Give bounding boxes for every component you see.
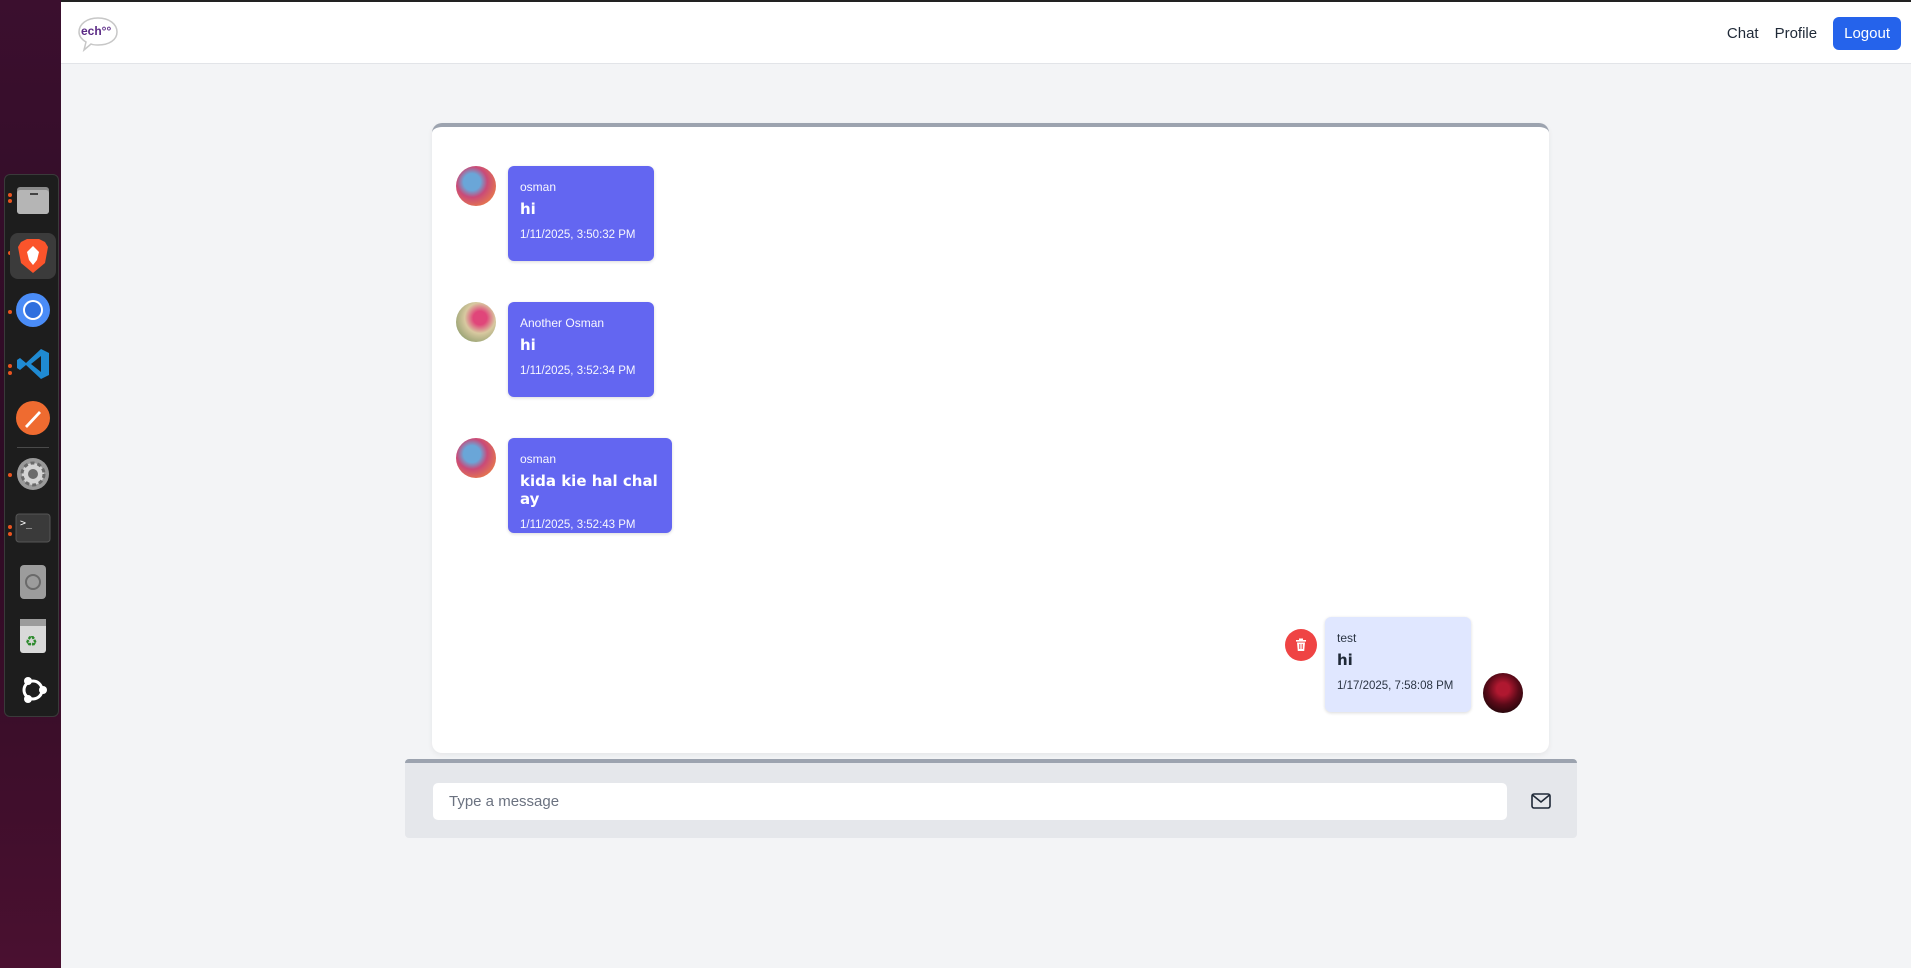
send-button[interactable] — [1527, 787, 1555, 815]
trash-icon — [1296, 638, 1306, 651]
chromium-icon[interactable] — [14, 291, 52, 329]
message-input[interactable] — [432, 782, 1508, 821]
message-timestamp: 1/11/2025, 3:52:43 PM — [520, 519, 636, 531]
message-username: test — [1337, 631, 1357, 645]
avatar-osman[interactable] — [456, 438, 496, 478]
nav-chat-link[interactable]: Chat — [1719, 19, 1767, 48]
message-bubble-mine: test hi 1/17/2025, 7:58:08 PM — [1325, 617, 1471, 712]
chat-app: ech°° Chat Profile Logout osman hi 1/11/… — [61, 0, 1911, 968]
nav-links: Chat Profile Logout — [1719, 17, 1901, 50]
files-icon[interactable] — [14, 181, 52, 219]
message-text: hi — [1337, 651, 1353, 669]
message-text: hi — [520, 200, 536, 218]
message-bubble: osman kida kie hal chal ay 1/11/2025, 3:… — [508, 438, 672, 533]
message-row: osman kida kie hal chal ay 1/11/2025, 3:… — [456, 438, 672, 533]
logout-button[interactable]: Logout — [1833, 17, 1901, 50]
running-indicator — [8, 473, 12, 477]
avatar-osman[interactable] — [456, 166, 496, 206]
message-timestamp: 1/17/2025, 7:58:08 PM — [1337, 680, 1454, 692]
message-username: osman — [520, 452, 557, 466]
message-text: hi — [520, 336, 536, 354]
os-dock: >_ ♻ — [4, 174, 59, 717]
message-text: kida kie hal chal ay — [520, 472, 658, 508]
echo-logo[interactable]: ech°° — [77, 16, 119, 53]
message-username: Another Osman — [520, 316, 605, 330]
dock-separator — [17, 447, 49, 448]
running-indicator — [8, 199, 12, 203]
message-username: osman — [520, 180, 557, 194]
running-indicator — [8, 371, 12, 375]
avatar-test[interactable] — [1483, 673, 1523, 713]
message-composer — [405, 759, 1577, 838]
trash-icon[interactable]: ♻ — [14, 617, 52, 655]
running-indicator — [8, 525, 12, 529]
ubuntu-apps-icon[interactable] — [14, 671, 52, 709]
message-row-mine: test hi 1/17/2025, 7:58:08 PM — [1285, 617, 1523, 713]
delete-message-button[interactable] — [1285, 629, 1317, 661]
vscode-icon[interactable] — [14, 345, 52, 383]
message-bubble: Another Osman hi 1/11/2025, 3:52:34 PM — [508, 302, 654, 397]
message-row: osman hi 1/11/2025, 3:50:32 PM — [456, 166, 654, 261]
brave-browser-icon[interactable] — [10, 233, 56, 279]
running-indicator — [8, 532, 12, 536]
avatar-another-osman[interactable] — [456, 302, 496, 342]
postman-icon[interactable] — [14, 399, 52, 437]
top-navbar: ech°° Chat Profile Logout — [61, 2, 1911, 64]
running-indicator — [8, 193, 12, 197]
message-timestamp: 1/11/2025, 3:52:34 PM — [520, 365, 636, 377]
svg-text:>_: >_ — [20, 518, 33, 529]
message-row: Another Osman hi 1/11/2025, 3:52:34 PM — [456, 302, 654, 397]
svg-text:♻: ♻ — [25, 634, 38, 650]
message-timestamp: 1/11/2025, 3:50:32 PM — [520, 229, 636, 241]
terminal-icon[interactable]: >_ — [14, 509, 52, 547]
disk-icon[interactable] — [14, 563, 52, 601]
running-indicator — [8, 310, 12, 314]
running-indicator — [8, 364, 12, 368]
logo-text: ech°° — [81, 24, 112, 38]
nav-profile-link[interactable]: Profile — [1767, 19, 1826, 48]
mail-icon — [1531, 793, 1551, 809]
messages-panel: osman hi 1/11/2025, 3:50:32 PM Another O… — [432, 123, 1549, 753]
settings-icon[interactable] — [14, 455, 52, 493]
message-bubble: osman hi 1/11/2025, 3:50:32 PM — [508, 166, 654, 261]
